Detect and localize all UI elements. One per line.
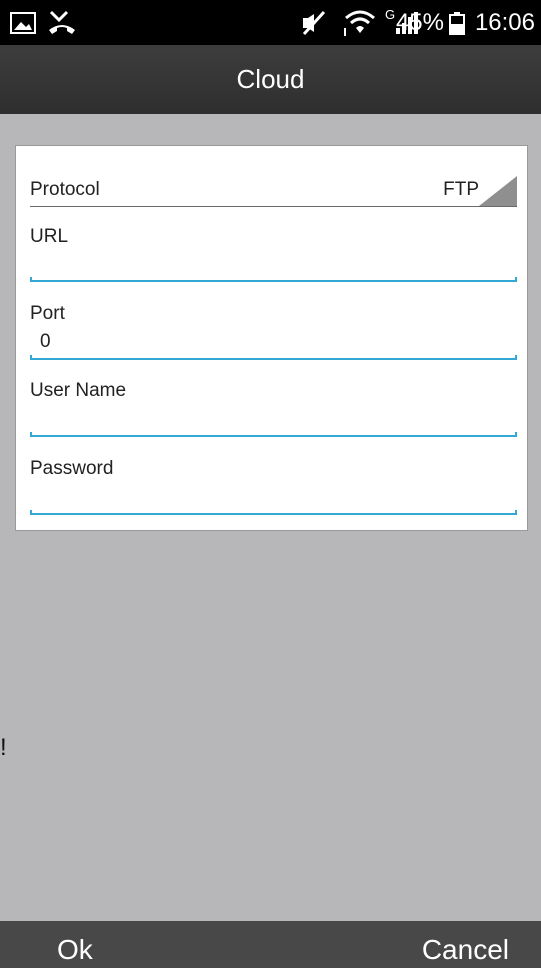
battery-percent: 45% (395, 8, 444, 36)
protocol-spinner[interactable]: Protocol FTP (30, 174, 517, 207)
missed-call-icon (47, 0, 77, 45)
port-label: Port (30, 303, 65, 324)
url-label: URL (30, 226, 69, 247)
username-input[interactable] (30, 406, 517, 432)
stray-text: ! (0, 734, 7, 761)
cloud-settings-form: Protocol FTP URL Port User Name Password (15, 145, 528, 531)
battery-icon (449, 0, 465, 45)
protocol-label: Protocol (30, 179, 100, 200)
wifi-icon (342, 0, 378, 45)
cancel-button[interactable]: Cancel (422, 921, 509, 968)
gallery-notification-icon (10, 0, 36, 45)
protocol-value: FTP (443, 179, 479, 200)
page-title: Cloud (236, 64, 305, 94)
url-input-underline (30, 277, 517, 282)
spinner-triangle-icon (479, 176, 517, 206)
status-bar: G 45% 16:06 (0, 0, 541, 45)
username-input-underline (30, 432, 517, 437)
port-input[interactable] (30, 329, 517, 355)
username-label: User Name (30, 380, 127, 401)
title-bar: Cloud (0, 45, 541, 114)
clock: 16:06 (474, 8, 535, 36)
ok-button[interactable]: Ok (57, 921, 93, 968)
url-input[interactable] (30, 252, 517, 278)
bottom-action-bar: Ok Cancel (0, 921, 541, 968)
port-input-underline (30, 355, 517, 360)
network-type: G (385, 7, 396, 22)
mute-icon (300, 0, 328, 45)
password-input[interactable] (30, 484, 517, 510)
password-label: Password (30, 458, 114, 479)
password-input-underline (30, 510, 517, 515)
